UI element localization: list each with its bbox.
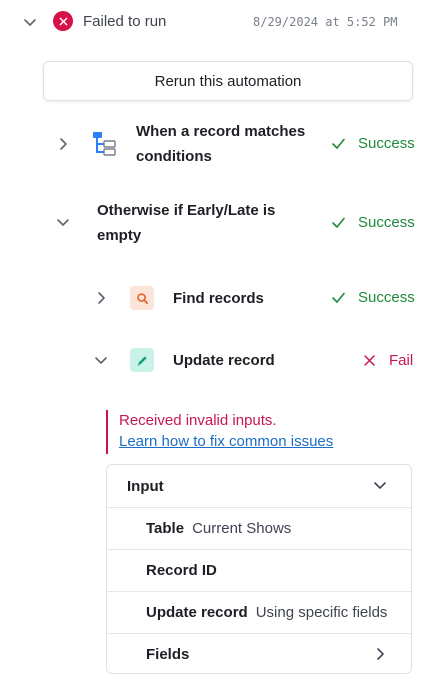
- collapse-step-chevron-icon[interactable]: [93, 352, 109, 368]
- input-panel-header[interactable]: Input: [107, 465, 411, 507]
- branch-title[interactable]: Otherwise if Early/Late is empty: [97, 198, 317, 248]
- step-title-line: When a record matches: [136, 123, 306, 140]
- chevron-down-icon[interactable]: [373, 478, 389, 494]
- status-label: Fail: [389, 352, 414, 369]
- error-message: Received invalid inputs.: [119, 412, 277, 429]
- pencil-icon: [130, 348, 154, 372]
- collapse-branch-chevron-icon[interactable]: [55, 214, 71, 230]
- close-x-icon: [364, 355, 375, 366]
- input-value: Current Shows: [192, 520, 292, 537]
- run-timestamp: 8/29/2024 at 5:52 PM: [253, 15, 398, 29]
- trigger-branch-icon: [92, 130, 118, 158]
- step-trigger-title[interactable]: When a record matches conditions: [136, 119, 326, 169]
- expand-step-chevron-icon[interactable]: [55, 136, 71, 152]
- input-value: Using specific fields: [255, 604, 388, 621]
- chevron-right-icon[interactable]: [373, 647, 389, 663]
- input-panel: Input Table Current Shows Record ID Upda…: [106, 464, 412, 674]
- error-circle-icon: [53, 11, 73, 31]
- step-status-success: Success: [331, 289, 415, 306]
- input-key: Table: [146, 520, 185, 537]
- input-row-table: Table Current Shows: [107, 507, 411, 549]
- search-icon: [130, 286, 154, 310]
- checkmark-icon: [332, 217, 345, 228]
- checkmark-icon: [332, 292, 345, 303]
- input-panel-title: Input: [127, 477, 164, 495]
- input-key: Update record: [146, 604, 248, 621]
- expand-step-chevron-icon[interactable]: [93, 290, 109, 306]
- input-key: Record ID: [146, 562, 217, 579]
- step-find-records-title[interactable]: Find records: [173, 286, 264, 311]
- step-update-record-title[interactable]: Update record: [173, 348, 275, 373]
- input-key: Fields: [146, 646, 190, 663]
- input-row-record-id: Record ID: [107, 549, 411, 591]
- step-status-fail: Fail: [362, 352, 413, 369]
- status-label: Success: [358, 214, 415, 231]
- input-row-update-record: Update record Using specific fields: [107, 591, 411, 633]
- error-message-block: Received invalid inputs. Learn how to fi…: [106, 410, 406, 454]
- run-status-label: Failed to run: [83, 13, 167, 30]
- step-status-success: Success: [331, 214, 415, 231]
- collapse-run-chevron-icon[interactable]: [22, 14, 38, 30]
- step-status-success: Success: [331, 135, 415, 152]
- step-title-line: empty: [97, 227, 142, 244]
- step-title-line: Otherwise if Early/Late is: [97, 202, 276, 219]
- checkmark-icon: [332, 138, 345, 149]
- status-label: Success: [358, 135, 415, 152]
- rerun-automation-button[interactable]: Rerun this automation: [43, 61, 413, 101]
- learn-fix-issues-link[interactable]: Learn how to fix common issues: [119, 431, 406, 452]
- status-label: Success: [358, 289, 415, 306]
- input-row-fields[interactable]: Fields: [107, 633, 411, 673]
- step-title-line: conditions: [136, 148, 212, 165]
